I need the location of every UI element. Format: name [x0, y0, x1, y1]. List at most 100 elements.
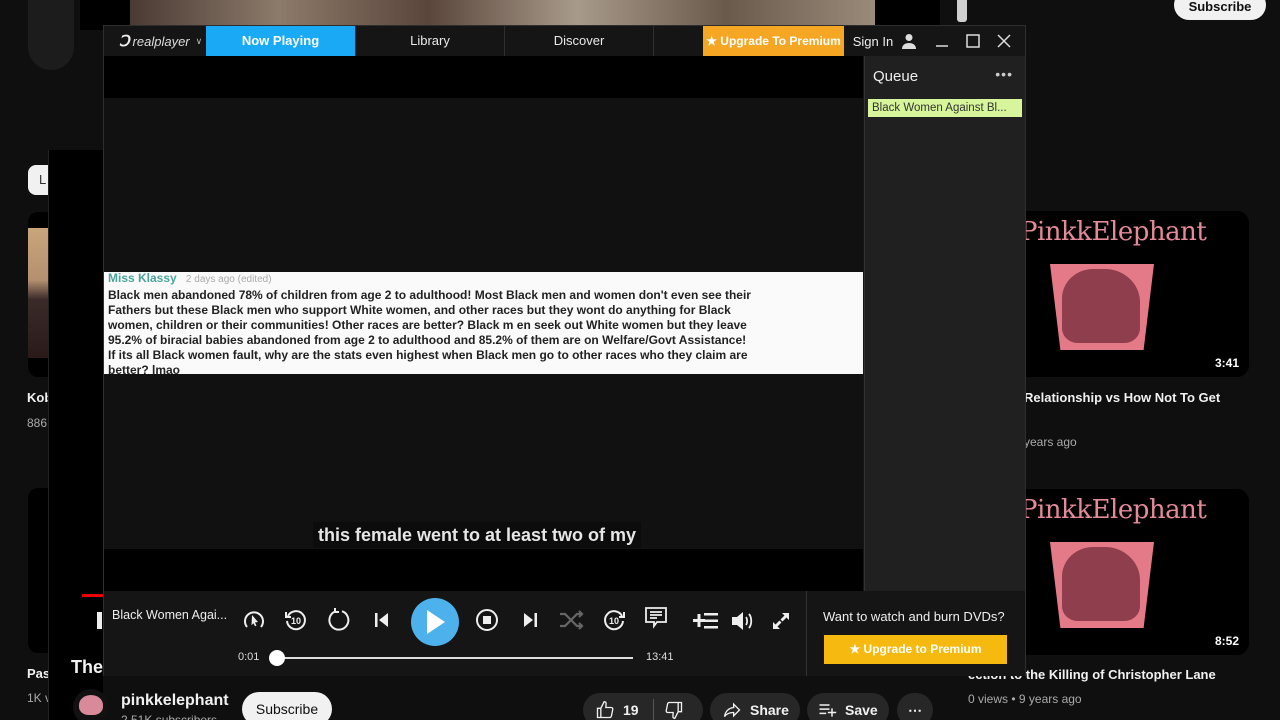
upgrade-premium-button[interactable]: ★ Upgrade To Premium	[703, 26, 844, 56]
playlist-add-icon	[693, 613, 718, 629]
volume-button[interactable]	[728, 606, 758, 636]
user-icon	[902, 34, 917, 49]
tab-spacer	[653, 26, 703, 56]
tab-now-playing[interactable]: Now Playing	[206, 26, 355, 56]
youtube-subscribe-top-button[interactable]: Subscribe	[1174, 0, 1266, 20]
stop-button[interactable]	[472, 605, 502, 635]
recommendation-thumbnail[interactable]: PinkkElephant 3:41	[1000, 211, 1249, 377]
maximize-button[interactable]	[957, 26, 988, 56]
realplayer-titlebar[interactable]: Ↄ realplayer ∨ Now Playing Library Disco…	[104, 26, 1025, 56]
recommendation-meta: 0 views • 9 years ago	[968, 692, 1082, 706]
video-duration: 8:52	[1210, 633, 1243, 649]
video-subtitle: this female went to at least two of my	[313, 522, 642, 548]
playlist-button[interactable]	[691, 606, 721, 636]
repeat-button[interactable]	[324, 605, 354, 635]
realplayer-window: Ↄ realplayer ∨ Now Playing Library Disco…	[103, 25, 1026, 676]
elephant-icon	[1062, 269, 1140, 343]
sign-in-label: Sign In	[852, 33, 894, 49]
comment-body: Black men abandoned 78% of children from…	[108, 288, 859, 378]
youtube-left-video-title-2[interactable]: Pas	[27, 666, 49, 681]
desktop: Subscribe L Kob 886 Pas 1K v The pinkkel…	[0, 0, 1280, 720]
play-button[interactable]	[411, 598, 459, 646]
like-divider	[652, 699, 654, 720]
thumbs-up-icon	[596, 700, 614, 719]
scrollbar-thumb[interactable]	[957, 0, 967, 22]
queue-item[interactable]: Black Women Against Bl...	[868, 99, 1022, 117]
stop-icon	[476, 609, 498, 631]
skip-back-10-button[interactable]: 10	[281, 605, 311, 635]
shuffle-button[interactable]	[557, 605, 587, 635]
youtube-player-edge	[48, 150, 103, 720]
next-button[interactable]	[515, 605, 545, 635]
repeat-icon	[328, 608, 350, 631]
premium-promo: Want to watch and burn DVDs? ★ Upgrade t…	[806, 591, 1025, 676]
elephant-logo-icon	[79, 695, 103, 715]
save-label: Save	[845, 702, 878, 718]
youtube-video-title: The	[71, 657, 104, 677]
realplayer-logo-icon: Ↄ	[119, 33, 130, 50]
previous-button[interactable]	[367, 605, 397, 635]
share-icon	[723, 702, 741, 718]
tab-library[interactable]: Library	[355, 26, 504, 56]
video-frame-image	[130, 0, 875, 26]
close-button[interactable]	[988, 26, 1019, 56]
queue-panel: Queue ••• Black Women Against Bl...	[864, 56, 1025, 591]
comment-line: Black men abandoned 78% of children from…	[108, 288, 751, 302]
channel-subscriber-count: 2.51K subscribers	[121, 713, 218, 720]
seek-bar[interactable]	[269, 650, 633, 666]
youtube-left-video-title[interactable]: Kob	[27, 390, 49, 405]
elephant-icon	[1062, 547, 1140, 621]
volume-icon	[732, 612, 753, 630]
comment-timestamp: 2 days ago (edited)	[185, 274, 272, 285]
save-button[interactable]: Save	[807, 693, 889, 720]
recommendation-thumbnail[interactable]: PinkkElephant 8:52	[1000, 489, 1249, 655]
close-icon	[996, 34, 1011, 48]
like-dislike-group: 19	[583, 693, 703, 720]
playback-controls: Black Women Agai... 10 10 0:01 13:41	[104, 591, 806, 676]
now-playing-title: Black Women Agai...	[112, 608, 228, 622]
promo-upgrade-button[interactable]: ★ Upgrade to Premium	[824, 635, 1007, 664]
skip-forward-label: 10	[609, 616, 619, 626]
forward-10-icon: 10	[604, 610, 625, 631]
playback-speed-button[interactable]	[239, 605, 269, 635]
queue-more-icon[interactable]: •••	[995, 66, 1013, 82]
seek-handle[interactable]	[269, 650, 286, 666]
comment-author: Miss Klassy	[108, 271, 177, 285]
video-comment-screenshot: Miss Klassy 2 days ago (edited) Black me…	[104, 271, 863, 377]
skip-back-label: 10	[291, 616, 301, 626]
minimize-button[interactable]	[926, 26, 957, 56]
comment-line: women, children or their communities! Ot…	[108, 318, 747, 332]
channel-name[interactable]: pinkkelephant	[121, 692, 229, 710]
sign-in-button[interactable]: Sign In	[844, 26, 926, 56]
more-actions-button[interactable]: ⋯	[897, 693, 933, 720]
youtube-progress-fragment	[82, 594, 103, 597]
skip-next-icon	[524, 613, 537, 627]
total-time: 13:41	[646, 651, 674, 663]
recommendation-title[interactable]: Relationship vs How Not To Get	[1024, 390, 1220, 405]
channel-avatar[interactable]	[73, 689, 109, 720]
share-button[interactable]: Share	[710, 693, 800, 720]
speed-icon	[244, 611, 264, 628]
skip-forward-10-button[interactable]: 10	[599, 605, 629, 635]
replay-10-icon: 10	[285, 610, 306, 631]
youtube-left-video-meta-2: 1K v	[27, 691, 49, 705]
shuffle-icon	[560, 610, 584, 630]
thumbs-down-icon[interactable]	[664, 700, 684, 720]
fullscreen-button[interactable]	[766, 606, 796, 636]
current-time: 0:01	[238, 651, 260, 663]
video-display[interactable]: Miss Klassy 2 days ago (edited) Black me…	[104, 56, 863, 591]
subtitles-icon	[645, 607, 667, 629]
subscribe-button[interactable]: Subscribe	[242, 692, 332, 720]
realplayer-logo-text: realplayer	[132, 33, 190, 49]
comment-line: 95.2% of biracial babies abandoned from …	[108, 333, 747, 347]
comment-line: better? lmao	[108, 363, 181, 377]
thumbnail-brand-text: PinkkElephant	[1020, 495, 1207, 525]
like-button[interactable]: 19	[595, 700, 639, 720]
subtitles-button[interactable]	[641, 603, 671, 633]
youtube-pause-icon[interactable]	[97, 612, 102, 629]
realplayer-logo-menu[interactable]: Ↄ realplayer ∨	[104, 26, 206, 56]
tab-discover[interactable]: Discover	[504, 26, 653, 56]
chevron-down-icon: ∨	[195, 35, 203, 46]
thumbnail-brand-text: PinkkElephant	[1020, 217, 1207, 247]
minimize-icon	[935, 45, 948, 47]
